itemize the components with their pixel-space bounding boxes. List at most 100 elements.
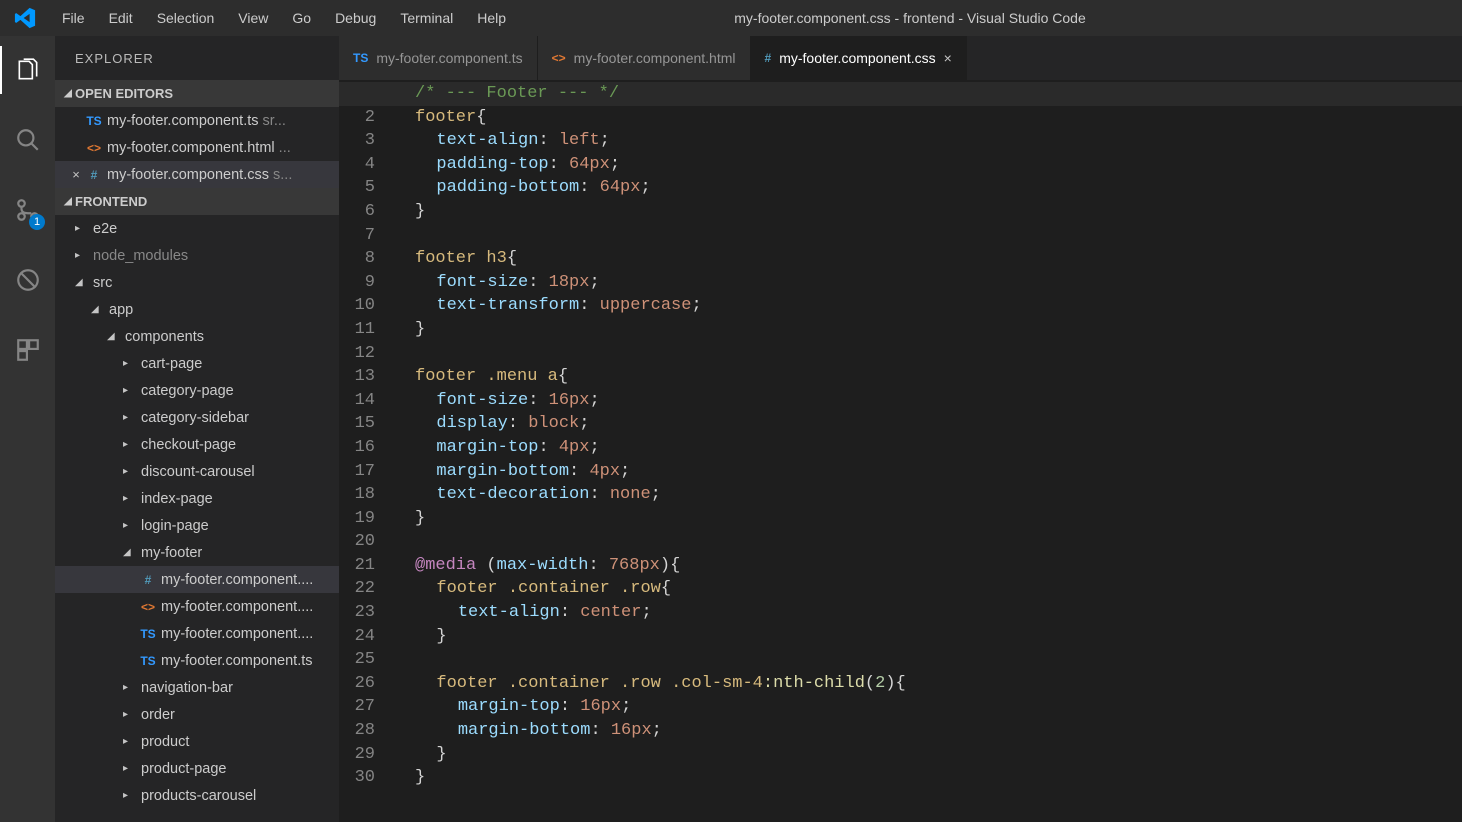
folder-name: category-sidebar xyxy=(137,410,335,426)
activity-explorer-icon[interactable] xyxy=(0,46,55,94)
file-type-icon: # xyxy=(85,168,103,182)
chevron-down-icon: ◢ xyxy=(61,88,75,99)
tree-folder[interactable]: ▸discount-carousel xyxy=(55,458,339,485)
tree-file[interactable]: TSmy-footer.component.ts xyxy=(55,647,339,674)
tree-folder[interactable]: ▸index-page xyxy=(55,485,339,512)
folder-name: discount-carousel xyxy=(137,464,335,480)
file-type-icon: TS xyxy=(85,114,103,128)
chevron-right-icon: ▸ xyxy=(123,790,135,801)
tree-file[interactable]: TS my-footer.component.... xyxy=(55,620,339,647)
tree-folder[interactable]: ▸category-page xyxy=(55,377,339,404)
folder-name: index-page xyxy=(137,491,335,507)
menu-terminal[interactable]: Terminal xyxy=(388,0,465,36)
file-type-icon: <> xyxy=(85,141,103,155)
folder-name: navigation-bar xyxy=(137,680,335,696)
tree-folder[interactable]: ◢my-footer xyxy=(55,539,339,566)
editor-tab[interactable]: # my-footer.component.css × xyxy=(751,36,967,80)
chevron-down-icon: ◢ xyxy=(107,331,119,342)
chevron-down-icon: ◢ xyxy=(123,547,135,558)
file-type-icon: <> xyxy=(139,600,157,614)
tree-folder[interactable]: ▸products-carousel xyxy=(55,782,339,809)
tree-folder[interactable]: ▸navigation-bar xyxy=(55,674,339,701)
activity-debug-icon[interactable] xyxy=(0,256,55,304)
tree-folder[interactable]: ▸e2e xyxy=(55,215,339,242)
sidebar-title: EXPLORER xyxy=(55,36,339,80)
chevron-right-icon: ▸ xyxy=(123,358,135,369)
close-icon[interactable]: × xyxy=(67,167,85,182)
folder-name: category-page xyxy=(137,383,335,399)
tree-folder[interactable]: ◢app xyxy=(55,296,339,323)
file-type-icon: TS xyxy=(139,654,157,668)
folder-name: components xyxy=(121,329,335,345)
folder-name: src xyxy=(89,275,335,291)
folder-name: my-footer xyxy=(137,545,335,561)
file-name: my-footer.component.... xyxy=(161,626,335,642)
code-content[interactable]: /* --- Footer --- */footer{ text-align: … xyxy=(399,82,1462,822)
chevron-right-icon: ▸ xyxy=(123,466,135,477)
tree-folder[interactable]: ▸node_modules xyxy=(55,242,339,269)
menu-file[interactable]: File xyxy=(50,0,97,36)
tree-folder[interactable]: ▸login-page xyxy=(55,512,339,539)
app-logo xyxy=(0,7,50,29)
chevron-right-icon: ▸ xyxy=(123,682,135,693)
tree-folder[interactable]: ▸order xyxy=(55,701,339,728)
menu-edit[interactable]: Edit xyxy=(97,0,145,36)
menu-go[interactable]: Go xyxy=(280,0,323,36)
folder-name: order xyxy=(137,707,335,723)
open-editor-item[interactable]: <> my-footer.component.html ... xyxy=(55,134,339,161)
file-type-icon: TS xyxy=(139,627,157,641)
code-editor[interactable]: 1234567891011121314151617181920212223242… xyxy=(339,80,1462,822)
file-type-icon: TS xyxy=(353,51,368,65)
chevron-down-icon: ◢ xyxy=(61,196,75,207)
folder-name: checkout-page xyxy=(137,437,335,453)
tab-label: my-footer.component.html xyxy=(574,50,736,66)
activity-bar: 1 xyxy=(0,36,55,822)
file-name: my-footer.component.... xyxy=(161,572,335,588)
tree-file[interactable]: <> my-footer.component.... xyxy=(55,593,339,620)
file-name: my-footer.component.... xyxy=(161,599,335,615)
chevron-right-icon: ▸ xyxy=(123,763,135,774)
folder-name: login-page xyxy=(137,518,335,534)
open-editor-item[interactable]: TS my-footer.component.ts sr... xyxy=(55,107,339,134)
folder-name: e2e xyxy=(89,221,335,237)
chevron-right-icon: ▸ xyxy=(123,439,135,450)
editor-tab[interactable]: <>my-footer.component.html xyxy=(538,36,751,80)
section-open-editors[interactable]: ◢ OPEN EDITORS xyxy=(55,80,339,107)
file-name: my-footer.component.ts sr... xyxy=(107,113,335,129)
editor-tabs: TSmy-footer.component.ts<>my-footer.comp… xyxy=(339,36,1462,80)
chevron-right-icon: ▸ xyxy=(123,736,135,747)
tab-label: my-footer.component.css xyxy=(779,50,935,66)
tree-folder[interactable]: ▸cart-page xyxy=(55,350,339,377)
section-label: FRONTEND xyxy=(75,194,147,209)
chevron-right-icon: ▸ xyxy=(123,412,135,423)
sidebar-explorer: EXPLORER ◢ OPEN EDITORS TSmy-footer.comp… xyxy=(55,36,339,822)
file-name: my-footer.component.html ... xyxy=(107,140,335,156)
file-type-icon: # xyxy=(765,51,772,65)
folder-name: product-page xyxy=(137,761,335,777)
file-name: my-footer.component.css s... xyxy=(107,167,335,183)
menu-selection[interactable]: Selection xyxy=(145,0,227,36)
tree-folder[interactable]: ▸product xyxy=(55,728,339,755)
menu-debug[interactable]: Debug xyxy=(323,0,388,36)
tree-folder[interactable]: ▸category-sidebar xyxy=(55,404,339,431)
file-type-icon: # xyxy=(139,573,157,587)
editor-tab[interactable]: TSmy-footer.component.ts xyxy=(339,36,538,80)
tree-file[interactable]: # my-footer.component.... xyxy=(55,566,339,593)
tree-folder[interactable]: ◢components xyxy=(55,323,339,350)
close-icon[interactable]: × xyxy=(944,50,952,66)
chevron-down-icon: ◢ xyxy=(75,277,87,288)
menu-bar: FileEditSelectionViewGoDebugTerminalHelp… xyxy=(0,0,1462,36)
menu-view[interactable]: View xyxy=(226,0,280,36)
chevron-right-icon: ▸ xyxy=(75,223,87,234)
tree-folder[interactable]: ◢src xyxy=(55,269,339,296)
activity-search-icon[interactable] xyxy=(0,116,55,164)
tree-folder[interactable]: ▸product-page xyxy=(55,755,339,782)
section-workspace[interactable]: ◢ FRONTEND xyxy=(55,188,339,215)
editor-area: TSmy-footer.component.ts<>my-footer.comp… xyxy=(339,36,1462,822)
tree-folder[interactable]: ▸checkout-page xyxy=(55,431,339,458)
menu-help[interactable]: Help xyxy=(465,0,518,36)
open-editor-item[interactable]: ×# my-footer.component.css s... xyxy=(55,161,339,188)
activity-extensions-icon[interactable] xyxy=(0,326,55,374)
chevron-right-icon: ▸ xyxy=(123,385,135,396)
activity-scm-icon[interactable]: 1 xyxy=(0,186,55,234)
